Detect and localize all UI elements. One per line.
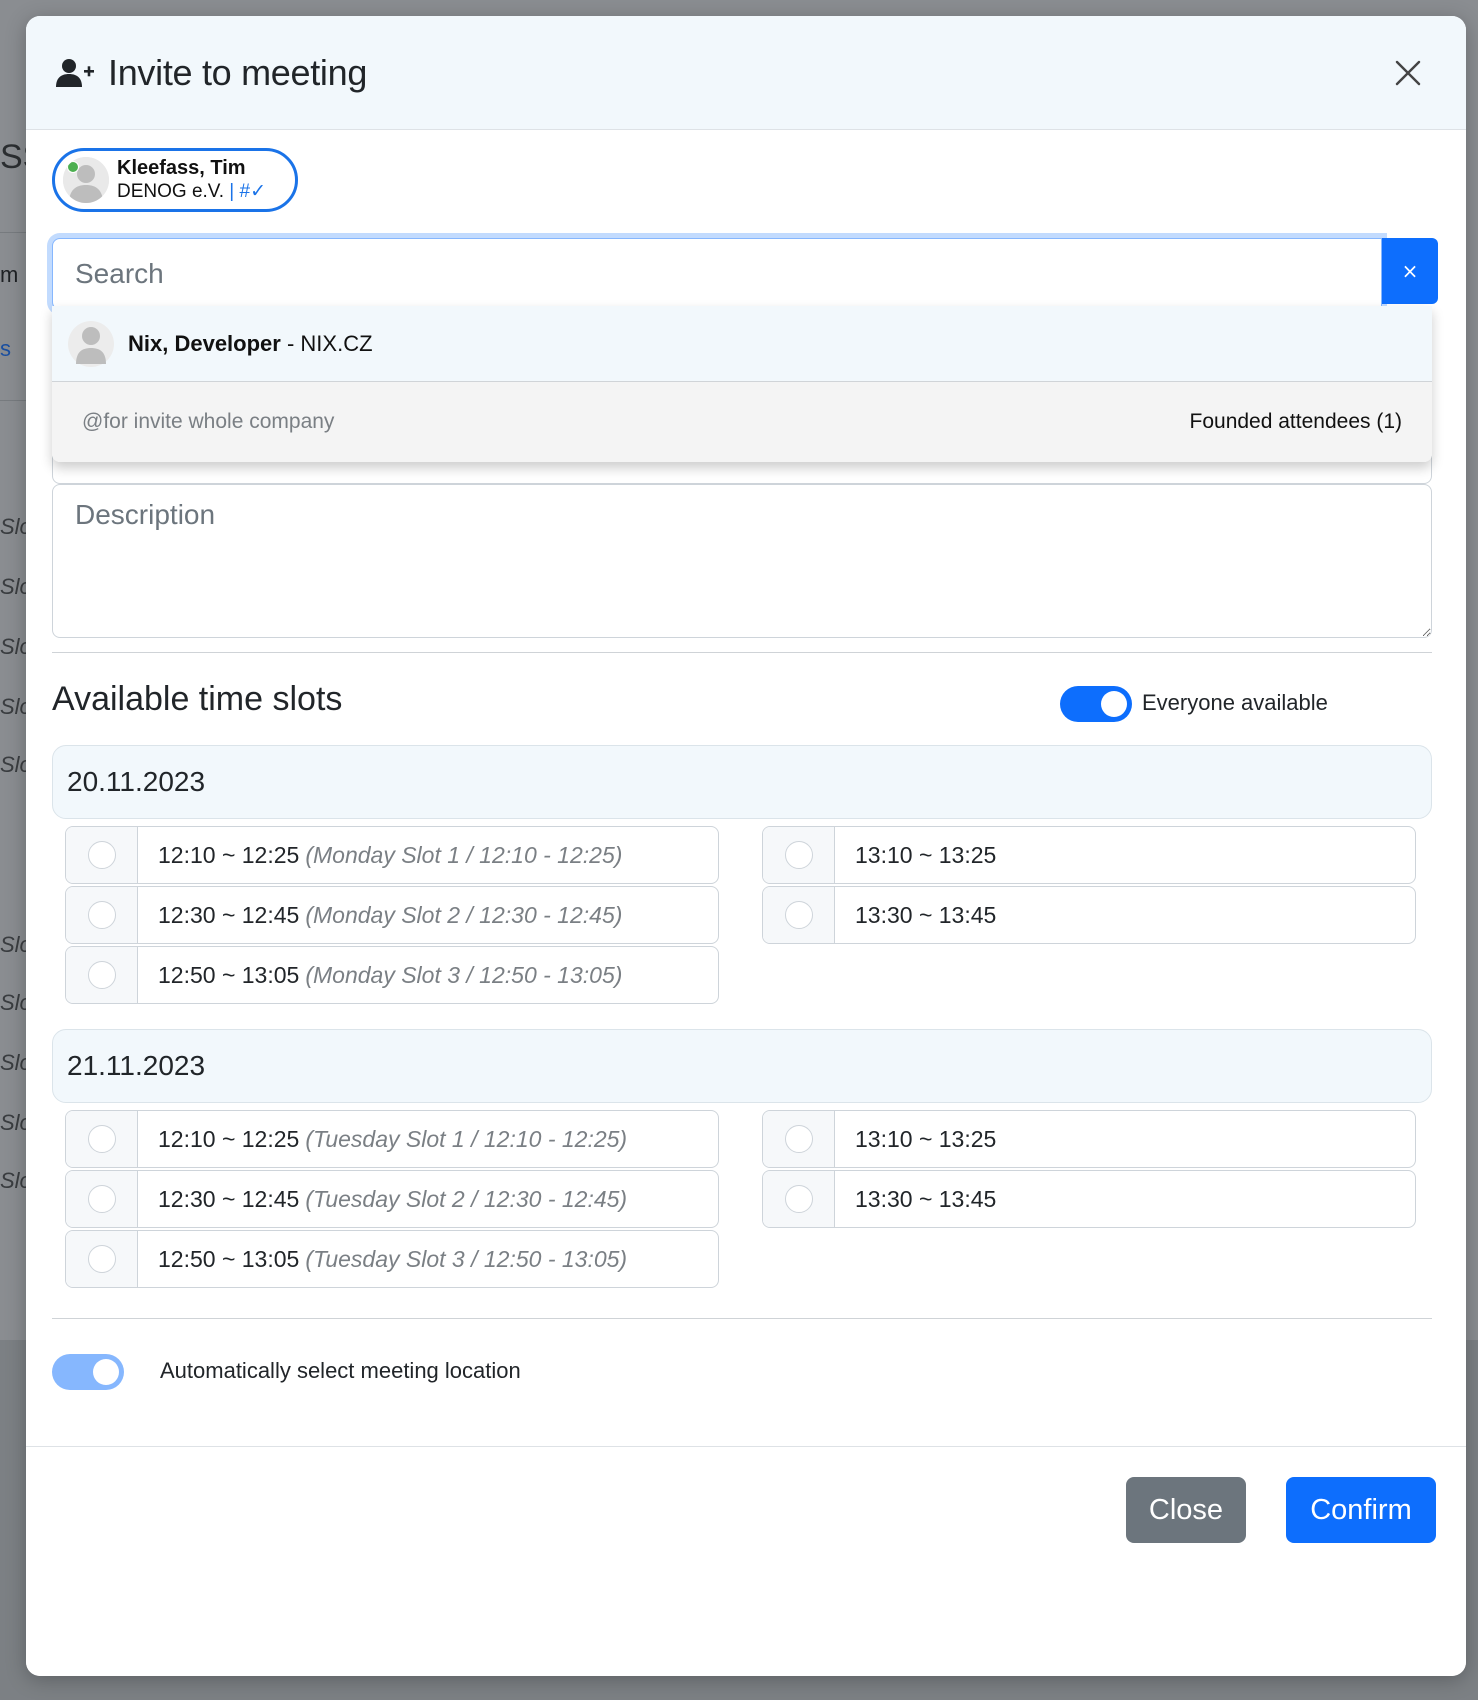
bg-fragment: Slo (0, 932, 26, 957)
slot-radio[interactable] (784, 901, 813, 929)
time-slot[interactable]: 13:30 ~ 13:45 (762, 886, 1416, 944)
slot-radio[interactable] (87, 1245, 116, 1273)
search-group: × (52, 238, 1438, 310)
search-results-dropdown: Nix, Developer - NIX.CZ @for invite whol… (52, 306, 1432, 462)
search-input[interactable] (52, 238, 1382, 310)
slots-title: Available time slots (52, 680, 343, 718)
bg-fragment: Slo (0, 574, 26, 599)
slot-note: (Monday Slot 2 / 12:30 - 12:45) (305, 901, 623, 928)
online-status-dot (67, 161, 79, 173)
slot-note: (Tuesday Slot 2 / 12:30 - 12:45) (305, 1185, 628, 1212)
dropdown-footer: @for invite whole company Founded attend… (52, 382, 1432, 462)
user-plus-icon (56, 56, 96, 90)
result-name: Nix, Developer (128, 330, 281, 356)
bg-fragment: Slo (0, 1168, 26, 1193)
slot-time: 12:10 ~ 12:25 (158, 841, 300, 868)
divider (52, 652, 1432, 653)
slot-time: 13:30 ~ 13:45 (855, 1185, 997, 1212)
time-slot[interactable]: 13:10 ~ 13:25 (762, 826, 1416, 884)
slot-note: (Tuesday Slot 3 / 12:50 - 13:05) (305, 1245, 628, 1272)
search-result-item[interactable]: Nix, Developer - NIX.CZ (52, 306, 1432, 382)
bg-fragment: Slo (0, 752, 26, 777)
date-header: 20.11.2023 (52, 745, 1432, 819)
bg-fragment: Slo (0, 1110, 26, 1135)
bg-fragment: s (0, 336, 11, 361)
slot-time: 12:10 ~ 12:25 (158, 1125, 300, 1152)
bg-fragment: Slo (0, 514, 26, 539)
result-company: NIX.CZ (300, 330, 373, 356)
time-slot[interactable]: 12:10 ~ 12:25 (Tuesday Slot 1 / 12:10 - 1… (65, 1110, 719, 1168)
bg-fragment: Slo (0, 1050, 26, 1075)
slot-radio[interactable] (87, 1125, 116, 1153)
slot-note: (Monday Slot 3 / 12:50 - 13:05) (305, 961, 623, 988)
slot-radio[interactable] (87, 961, 116, 989)
slot-time: 12:50 ~ 13:05 (158, 1245, 300, 1272)
attendee-name: Kleefass, Tim (117, 157, 246, 179)
bg-fragment: Slo (0, 990, 26, 1015)
attendee-chip[interactable]: Kleefass, Tim DENOG e.V. | #✓ (52, 148, 298, 212)
slot-note: (Monday Slot 1 / 12:10 - 12:25) (305, 841, 623, 868)
bg-fragment: Slo (0, 634, 26, 659)
result-separator: - (280, 330, 301, 356)
slot-time: 12:30 ~ 12:45 (158, 901, 300, 928)
time-slot[interactable]: 12:30 ~ 12:45 (Monday Slot 2 / 12:30 - 12… (65, 886, 719, 944)
slot-radio[interactable] (87, 901, 116, 929)
time-slot[interactable]: 12:50 ~ 13:05 (Tuesday Slot 3 / 12:50 - 1… (65, 1230, 719, 1288)
attendee-tag: | #✓ (229, 181, 266, 202)
description-textarea[interactable] (52, 484, 1432, 638)
time-slot[interactable]: 12:10 ~ 12:25 (Monday Slot 1 / 12:10 - 12… (65, 826, 719, 884)
modal-header: Invite to meeting (26, 16, 1466, 130)
slot-time: 13:10 ~ 13:25 (855, 1125, 997, 1152)
bg-fragment: SS (0, 138, 26, 176)
slot-time: 13:10 ~ 13:25 (855, 841, 997, 868)
close-icon[interactable] (1388, 53, 1428, 93)
avatar (63, 157, 109, 203)
slot-radio[interactable] (784, 1185, 813, 1213)
auto-location-label: Automatically select meeting location (160, 1358, 521, 1383)
slot-time: 12:30 ~ 12:45 (158, 1185, 300, 1212)
company-invite-hint: @for invite whole company (82, 410, 335, 433)
modal-footer: Close Confirm (26, 1446, 1466, 1676)
time-slot[interactable]: 13:30 ~ 13:45 (762, 1170, 1416, 1228)
divider (52, 1318, 1432, 1319)
bg-fragment: Slo (0, 694, 26, 719)
slot-time: 13:30 ~ 13:45 (855, 901, 997, 928)
auto-location-toggle[interactable] (52, 1354, 124, 1390)
bg-fragment: m N (0, 262, 26, 287)
modal-title: Invite to meeting (108, 51, 368, 93)
attendee-count: Founded attendees (1) (1189, 410, 1402, 433)
time-slot[interactable]: 13:10 ~ 13:25 (762, 1110, 1416, 1168)
avatar (68, 318, 114, 370)
bg-divider (0, 400, 26, 401)
everyone-available-toggle[interactable] (1060, 686, 1132, 722)
slot-radio[interactable] (87, 841, 116, 869)
slot-radio[interactable] (784, 841, 813, 869)
slot-note: (Tuesday Slot 1 / 12:10 - 12:25) (305, 1125, 628, 1152)
slot-time: 12:50 ~ 13:05 (158, 961, 300, 988)
invite-modal: Invite to meeting Kleefass, Tim DENOG e.… (26, 16, 1466, 1676)
slot-radio[interactable] (784, 1125, 813, 1153)
time-slot[interactable]: 12:50 ~ 13:05 (Monday Slot 3 / 12:50 - 13… (65, 946, 719, 1004)
date-header: 21.11.2023 (52, 1029, 1432, 1103)
close-button[interactable]: Close (1126, 1477, 1246, 1543)
everyone-available-label: Everyone available (1142, 690, 1328, 715)
slot-radio[interactable] (87, 1185, 116, 1213)
bg-divider (0, 232, 26, 233)
time-slot[interactable]: 12:30 ~ 12:45 (Tuesday Slot 2 / 12:30 - 1… (65, 1170, 719, 1228)
confirm-button[interactable]: Confirm (1286, 1477, 1436, 1543)
attendee-org: DENOG e.V. (117, 181, 225, 202)
search-clear-button[interactable]: × (1382, 238, 1438, 304)
